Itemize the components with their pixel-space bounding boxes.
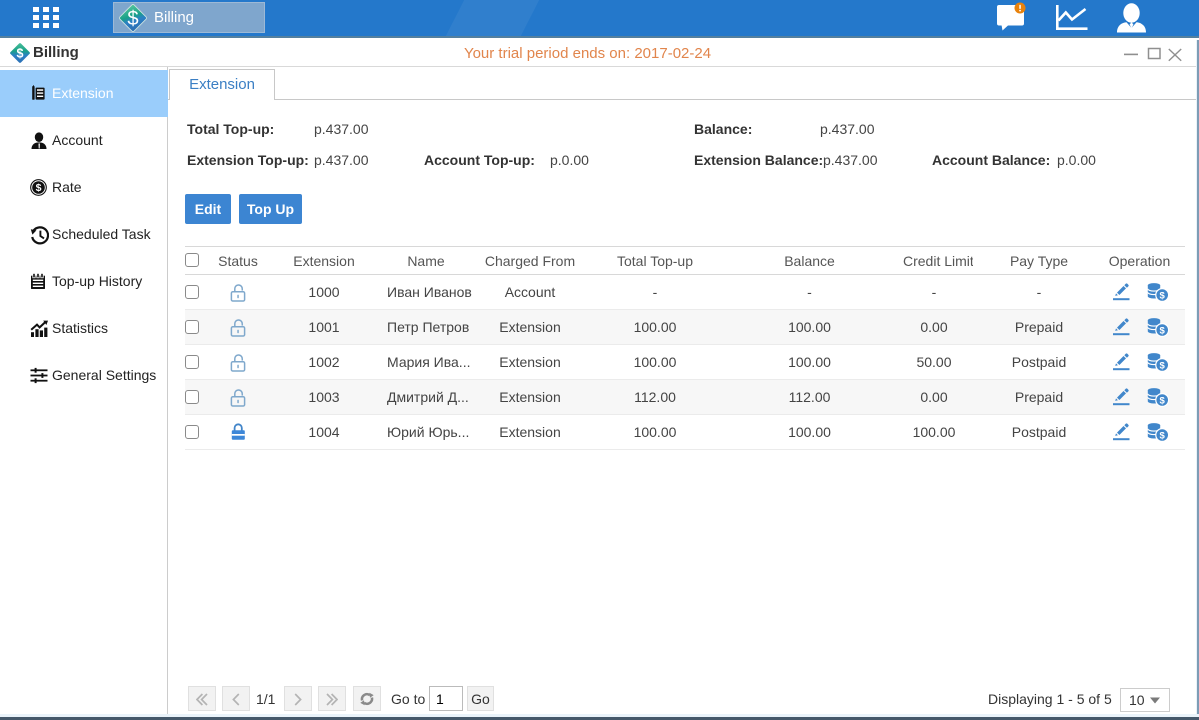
svg-text:$: $ xyxy=(1160,291,1166,302)
svg-text:$: $ xyxy=(1160,431,1166,442)
svg-text:$: $ xyxy=(36,182,42,194)
svg-text:$: $ xyxy=(127,8,138,30)
svg-text:$: $ xyxy=(1160,326,1166,337)
svg-text:$: $ xyxy=(1160,361,1166,372)
svg-text:$: $ xyxy=(1160,396,1166,407)
